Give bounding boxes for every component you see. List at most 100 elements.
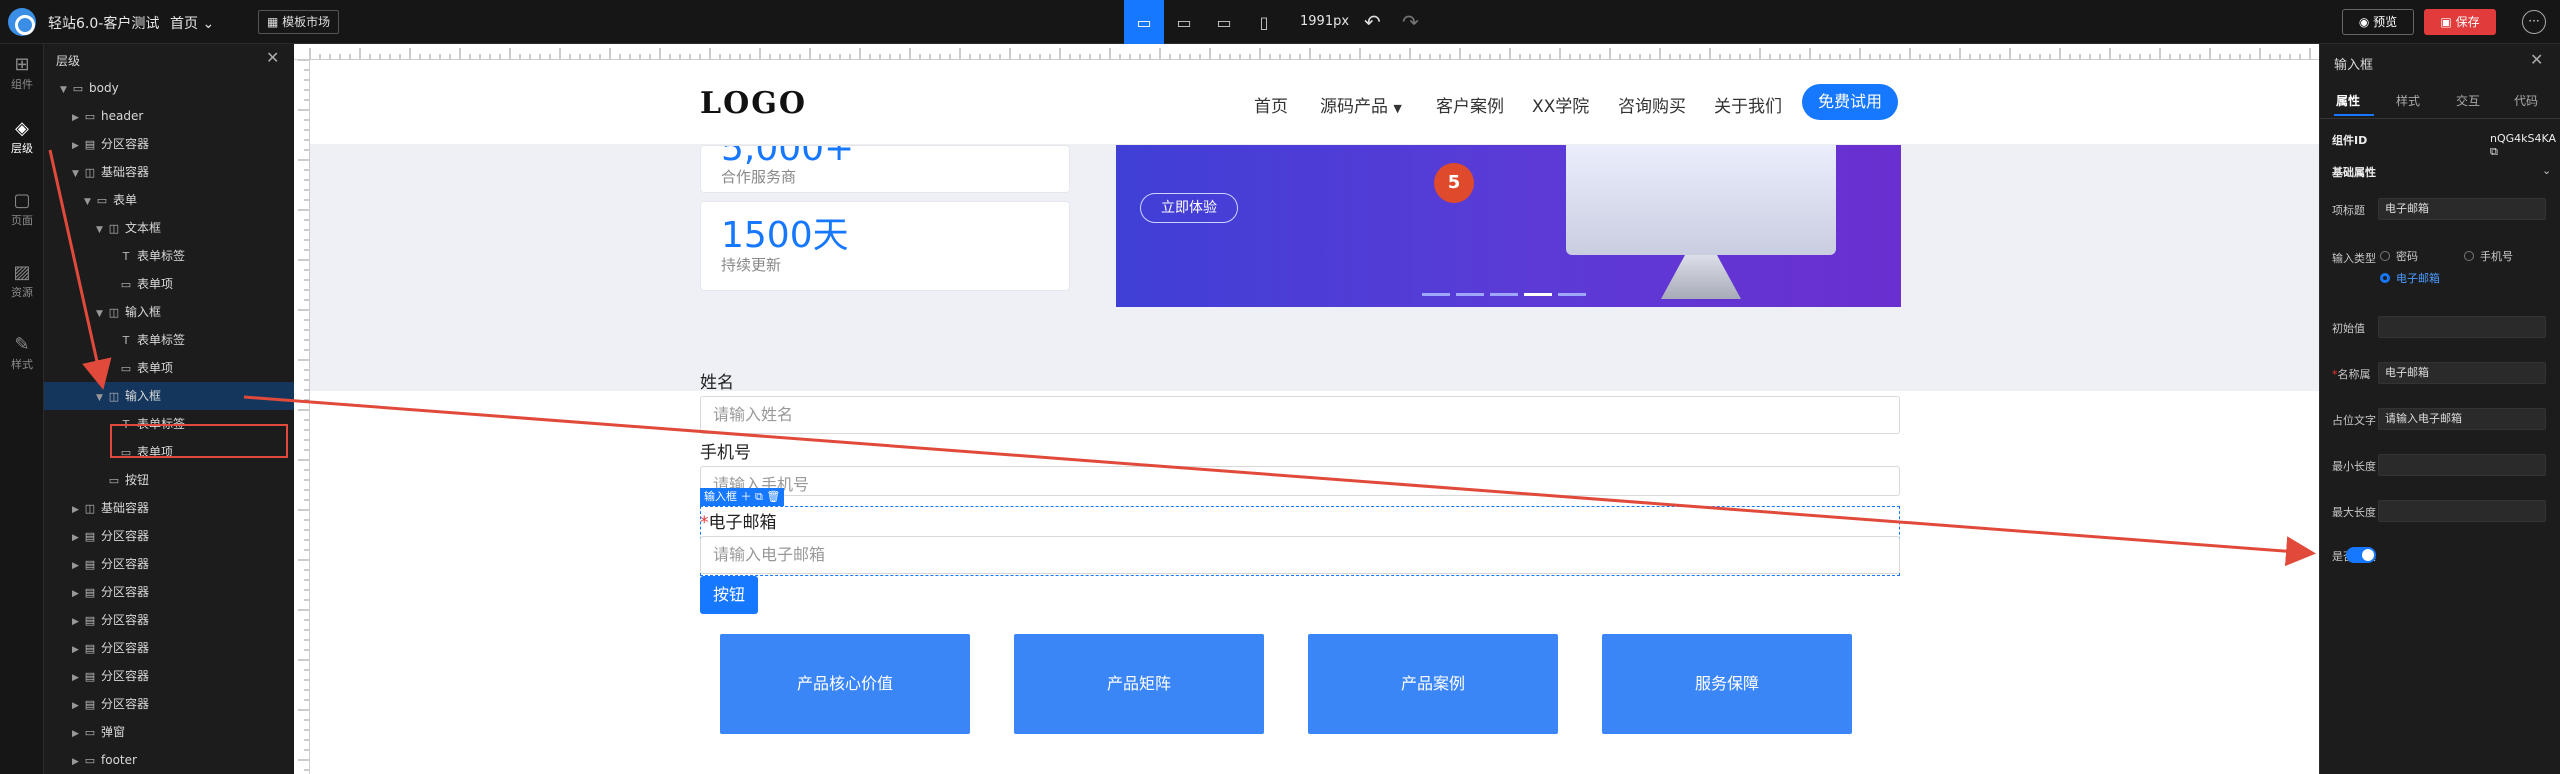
radio-phone[interactable]: 手机号 bbox=[2464, 248, 2513, 264]
monitor-stand bbox=[1661, 255, 1741, 299]
hero-banner[interactable]: 立即体验 5 bbox=[1116, 145, 1901, 307]
nav-home[interactable]: 首页 bbox=[1254, 92, 1288, 117]
page-select[interactable]: 首页 ⌄ bbox=[170, 13, 214, 33]
form-submit-button[interactable]: 按钮 bbox=[700, 576, 758, 614]
copy-icon[interactable]: ⧉ bbox=[2490, 145, 2498, 158]
min-length-field[interactable] bbox=[2378, 454, 2546, 476]
layer-node[interactable]: ▼ ◫ 基础容器 bbox=[44, 158, 294, 186]
tab-style[interactable]: 样式 bbox=[2396, 92, 2420, 109]
free-trial-button[interactable]: 免费试用 bbox=[1802, 84, 1898, 120]
layer-node[interactable]: ▶ ▤ 分区容器 bbox=[44, 690, 294, 718]
rail-layers[interactable]: ◈ 层级 bbox=[0, 114, 44, 164]
placeholder-field[interactable]: 请输入电子邮箱 bbox=[2378, 408, 2546, 430]
plus-icon[interactable]: ＋ bbox=[741, 490, 752, 503]
page-icon: ▢ bbox=[13, 190, 31, 211]
layer-node[interactable]: ▶ ▭ 弹窗 bbox=[44, 718, 294, 746]
max-length-field[interactable] bbox=[2378, 500, 2546, 522]
box-icon: ▭ bbox=[72, 82, 84, 95]
layer-node-body[interactable]: ▼ ▭ body bbox=[44, 74, 294, 102]
preview-button[interactable]: ◉ 预览 bbox=[2342, 9, 2414, 35]
layer-node[interactable]: ▭ 表单项 bbox=[44, 354, 294, 382]
desktop-icon[interactable]: ▭ bbox=[1124, 0, 1164, 44]
editor-app: 轻站6.0-客户测试 首页 ⌄ ▦ 模板市场 ▭ ▭ ▭ ▯ 1991px ↶ … bbox=[0, 0, 2560, 774]
email-input[interactable]: 请输入电子邮箱 bbox=[700, 536, 1900, 574]
stat-label: 持续更新 bbox=[721, 256, 782, 274]
laptop-icon[interactable]: ▭ bbox=[1164, 0, 1204, 44]
container-icon: ◫ bbox=[84, 502, 96, 515]
layer-node-selected[interactable]: ▼ ◫ 输入框 bbox=[44, 382, 294, 410]
layer-node[interactable]: ▶ ◫ 基础容器 bbox=[44, 494, 294, 522]
html5-badge-icon: 5 bbox=[1434, 163, 1474, 203]
stat-label: 合作服务商 bbox=[721, 168, 797, 186]
section-basic-props: 基础属性 bbox=[2332, 166, 2376, 179]
layer-node[interactable]: ▶ ▤ 分区容器 bbox=[44, 130, 294, 158]
feature-card[interactable]: 产品矩阵 bbox=[1014, 634, 1264, 734]
layer-node[interactable]: ▶ ▤ 分区容器 bbox=[44, 662, 294, 690]
undo-icon[interactable]: ↶ bbox=[1364, 10, 1381, 34]
layer-node[interactable]: T 表单标签 bbox=[44, 242, 294, 270]
layer-node[interactable]: ▶ ▤ 分区容器 bbox=[44, 522, 294, 550]
mobile-icon[interactable]: ▯ bbox=[1244, 0, 1284, 44]
nav-about[interactable]: 关于我们 bbox=[1714, 92, 1782, 117]
button-icon: ▭ bbox=[108, 474, 120, 487]
nav-consult[interactable]: 咨询购买 bbox=[1618, 92, 1686, 117]
nav-academy[interactable]: XX学院 bbox=[1532, 92, 1589, 117]
radio-password[interactable]: 密码 bbox=[2380, 248, 2418, 264]
rail-assets[interactable]: ▨ 资源 bbox=[0, 258, 44, 308]
stat-card[interactable]: 5,000+ 合作服务商 bbox=[700, 145, 1070, 193]
template-market-button[interactable]: ▦ 模板市场 bbox=[258, 10, 340, 34]
box-icon: ▭ bbox=[84, 110, 96, 123]
max-length-label: 最大长度 bbox=[2332, 506, 2376, 519]
required-toggle[interactable] bbox=[2346, 547, 2376, 563]
box-icon: ▭ bbox=[84, 754, 96, 767]
item-title-field[interactable]: 电子邮箱 bbox=[2378, 198, 2546, 220]
delete-icon[interactable]: 🗑 bbox=[766, 490, 780, 503]
close-icon[interactable]: ✕ bbox=[2530, 50, 2543, 69]
layer-node[interactable]: ▭ 按钮 bbox=[44, 466, 294, 494]
tab-properties[interactable]: 属性 bbox=[2336, 92, 2360, 109]
more-icon[interactable]: ··· bbox=[2522, 10, 2546, 34]
layer-node[interactable]: ▼ ◫ 输入框 bbox=[44, 298, 294, 326]
rail-components[interactable]: ⊞ 组件 bbox=[0, 50, 44, 100]
feature-card[interactable]: 服务保障 bbox=[1602, 634, 1852, 734]
nav-cases[interactable]: 客户案例 bbox=[1436, 92, 1504, 117]
name-attr-field[interactable]: 电子邮箱 bbox=[2378, 362, 2546, 384]
copy-icon[interactable]: ⧉ bbox=[755, 490, 763, 503]
caret-down-icon: ▼ bbox=[1393, 102, 1402, 115]
layer-node[interactable]: ▶ ▤ 分区容器 bbox=[44, 606, 294, 634]
radio-email[interactable]: 电子邮箱 bbox=[2380, 270, 2440, 286]
form-label-email: *电子邮箱 bbox=[700, 513, 777, 533]
nav-products[interactable]: 源码产品 ▼ bbox=[1320, 92, 1402, 117]
layer-node[interactable]: ▶ ▭ footer bbox=[44, 746, 294, 774]
feature-card[interactable]: 产品案例 bbox=[1308, 634, 1558, 734]
layer-node[interactable]: ▶ ▤ 分区容器 bbox=[44, 634, 294, 662]
close-icon[interactable]: ✕ bbox=[266, 48, 279, 67]
layer-node[interactable]: ▶ ▤ 分区容器 bbox=[44, 550, 294, 578]
name-input[interactable]: 请输入姓名 bbox=[700, 396, 1900, 434]
save-button[interactable]: ▣ 保存 bbox=[2424, 9, 2496, 35]
layer-node[interactable]: ▭ 表单项 bbox=[44, 270, 294, 298]
section-icon: ▤ bbox=[84, 530, 96, 543]
layer-node[interactable]: T 表单标签 bbox=[44, 326, 294, 354]
chevron-down-icon[interactable]: ⌄ bbox=[2542, 164, 2551, 177]
initial-value-field[interactable] bbox=[2378, 316, 2546, 338]
tablet-landscape-icon[interactable]: ▭ bbox=[1204, 0, 1244, 44]
rail-styles[interactable]: ✎ 样式 bbox=[0, 330, 44, 380]
site-logo[interactable]: LOGO bbox=[700, 86, 807, 121]
tab-interaction[interactable]: 交互 bbox=[2456, 92, 2480, 109]
rail-pages[interactable]: ▢ 页面 bbox=[0, 186, 44, 236]
feature-card[interactable]: 产品核心价值 bbox=[720, 634, 970, 734]
grid-icon: ⊞ bbox=[14, 54, 30, 75]
annotation-highlight-box bbox=[110, 424, 288, 458]
layer-node[interactable]: ▼ ▭ 表单 bbox=[44, 186, 294, 214]
selected-component-tag[interactable]: 输入框 ＋ ⧉ 🗑 bbox=[700, 488, 785, 506]
redo-icon[interactable]: ↷ bbox=[1402, 10, 1419, 34]
tab-code[interactable]: 代码 bbox=[2514, 92, 2538, 109]
layer-node[interactable]: ▶ ▤ 分区容器 bbox=[44, 578, 294, 606]
carousel-dots[interactable] bbox=[1422, 281, 1592, 296]
try-now-button[interactable]: 立即体验 bbox=[1140, 193, 1238, 223]
layer-node[interactable]: ▶ ▭ header bbox=[44, 102, 294, 130]
layer-node[interactable]: ▼ ◫ 文本框 bbox=[44, 214, 294, 242]
stat-card[interactable]: 1500天 持续更新 bbox=[700, 201, 1070, 291]
phone-input[interactable]: 请输入手机号 bbox=[700, 466, 1900, 496]
